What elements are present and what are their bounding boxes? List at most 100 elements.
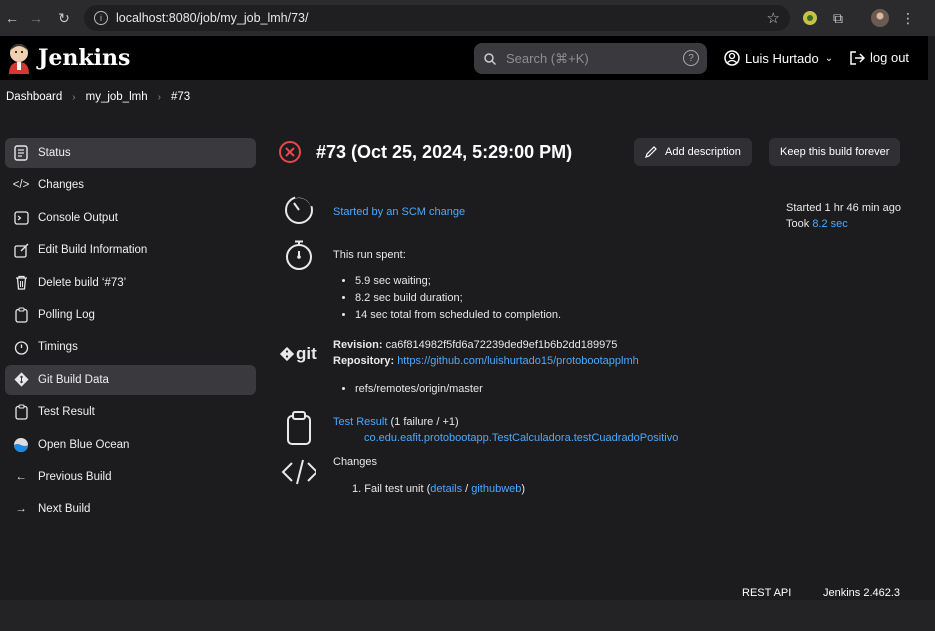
user-name: Luis Hurtado xyxy=(745,50,819,66)
failed-test-link[interactable]: co.edu.eafit.protobootapp.TestCalculador… xyxy=(364,432,678,444)
sidebar-item-delete-build[interactable]: Delete build ‘#73’ xyxy=(5,268,256,298)
run-spent-list: 5.9 sec waiting; 8.2 sec build duration;… xyxy=(333,275,561,326)
sidebar-item-label: Next Build xyxy=(38,503,91,516)
sidebar: Status </> Changes Console Output Edit B… xyxy=(5,138,256,527)
edit-icon xyxy=(13,242,29,258)
clipboard-icon xyxy=(287,411,311,445)
sidebar-item-label: Edit Build Information xyxy=(38,244,148,257)
sidebar-item-console-output[interactable]: Console Output xyxy=(5,203,256,233)
repository-label: Repository: xyxy=(333,355,395,367)
sidebar-item-label: Test Result xyxy=(38,406,95,419)
change-number: 1. xyxy=(352,483,362,495)
sidebar-item-edit-build-info[interactable]: Edit Build Information xyxy=(5,235,256,265)
logout-icon xyxy=(850,50,865,65)
sidebar-item-label: Delete build ‘#73’ xyxy=(38,276,127,289)
user-menu[interactable]: Luis Hurtado ⌄ xyxy=(724,50,833,66)
logout-label: log out xyxy=(870,50,910,65)
run-spent-label: This run spent: xyxy=(333,249,406,261)
failure-status-icon xyxy=(279,141,301,163)
pencil-icon xyxy=(645,146,657,158)
help-icon[interactable]: ? xyxy=(683,50,699,66)
extension-icon[interactable] xyxy=(800,8,820,28)
rest-api-link[interactable]: REST API xyxy=(742,587,791,599)
revision-line: Revision: ca6f814982f5fd6a72239ded9ef1b6… xyxy=(333,339,617,351)
test-result-link[interactable]: Test Result xyxy=(333,416,387,428)
add-description-label: Add description xyxy=(665,146,741,158)
started-by-link[interactable]: Started by an SCM change xyxy=(333,206,465,218)
browser-menu-icon[interactable]: ⋮ xyxy=(898,8,918,28)
change-item: 1. Fail test unit (details / githubweb) xyxy=(352,483,525,495)
started-ago-text: Started 1 hr 46 min ago xyxy=(786,202,901,214)
sidebar-item-git-build-data[interactable]: Git Build Data xyxy=(5,364,256,395)
sidebar-item-changes[interactable]: </> Changes xyxy=(5,170,256,200)
change-separator: / xyxy=(462,483,472,495)
scrollbar[interactable] xyxy=(928,36,935,600)
repository-line: Repository: https://github.com/luishurta… xyxy=(333,355,639,367)
page-title: #73 (Oct 25, 2024, 5:29:00 PM) xyxy=(316,141,573,162)
took-duration-link[interactable]: 8.2 sec xyxy=(812,218,847,230)
browser-bottom-area xyxy=(0,600,935,631)
search-placeholder: Search (⌘+K) xyxy=(506,50,589,66)
keep-forever-label: Keep this build forever xyxy=(780,146,890,158)
took-label: Took xyxy=(786,218,810,230)
sidebar-item-test-result[interactable]: Test Result xyxy=(5,397,256,427)
revision-label: Revision: xyxy=(333,339,383,351)
repository-link[interactable]: https://github.com/luishurtado15/protobo… xyxy=(397,355,639,367)
sidebar-item-label: Polling Log xyxy=(38,308,95,321)
build-title-row: #73 (Oct 25, 2024, 5:29:00 PM) xyxy=(278,140,572,164)
document-icon xyxy=(13,145,29,161)
jenkins-butler-icon xyxy=(9,44,29,74)
logout-button[interactable]: log out xyxy=(849,50,909,65)
stopwatch-icon xyxy=(286,240,312,270)
change-githubweb-link[interactable]: githubweb xyxy=(471,483,521,495)
add-description-button[interactable]: Add description xyxy=(634,138,752,166)
jenkins-version[interactable]: Jenkins 2.462.3 xyxy=(823,587,900,599)
bookmark-star-icon[interactable]: ☆ xyxy=(767,9,780,27)
keep-forever-button[interactable]: Keep this build forever xyxy=(769,138,901,166)
site-info-icon[interactable]: i xyxy=(94,11,108,25)
sidebar-item-polling-log[interactable]: Polling Log xyxy=(5,300,256,330)
jenkins-logo[interactable]: Jenkins xyxy=(6,42,130,74)
extensions-puzzle-icon[interactable]: ⧉ xyxy=(828,8,848,28)
change-details-link[interactable]: details xyxy=(430,483,462,495)
brand-name: Jenkins xyxy=(38,45,131,71)
blue-ocean-icon xyxy=(13,437,29,453)
sidebar-item-previous-build[interactable]: ← Previous Build xyxy=(5,462,256,492)
sidebar-item-label: Timings xyxy=(38,341,78,354)
test-result-summary: (1 failure / +1) xyxy=(390,416,459,428)
reload-icon[interactable]: ↻ xyxy=(52,6,76,30)
arrow-right-icon: → xyxy=(15,503,27,516)
url-text: localhost:8080/job/my_job_lmh/73/ xyxy=(116,11,309,25)
address-bar[interactable]: i localhost:8080/job/my_job_lmh/73/ ☆ xyxy=(84,5,790,31)
git-icon xyxy=(13,372,29,388)
change-close-paren: ) xyxy=(521,483,526,495)
list-item: 14 sec total from scheduled to completio… xyxy=(355,309,561,321)
back-icon[interactable]: ← xyxy=(0,6,24,30)
chevron-right-icon: › xyxy=(72,91,76,103)
sidebar-item-label: Console Output xyxy=(38,211,118,224)
chevron-right-icon: › xyxy=(157,91,161,103)
breadcrumb-build[interactable]: #73 xyxy=(171,91,190,103)
user-icon xyxy=(724,50,740,66)
profile-avatar-icon[interactable] xyxy=(870,8,890,28)
sidebar-item-open-blue-ocean[interactable]: Open Blue Ocean xyxy=(5,430,256,460)
terminal-icon xyxy=(13,210,29,226)
list-item: 8.2 sec build duration; xyxy=(355,292,561,304)
clock-icon xyxy=(285,194,314,224)
sidebar-item-next-build[interactable]: → Next Build xyxy=(5,494,256,524)
browser-toolbar: ← → ↻ i localhost:8080/job/my_job_lmh/73… xyxy=(0,0,935,36)
clipboard-icon xyxy=(13,307,29,323)
list-item: refs/remotes/origin/master xyxy=(355,383,483,395)
sidebar-item-status[interactable]: Status xyxy=(5,138,256,168)
forward-icon[interactable]: → xyxy=(24,6,48,30)
search-icon xyxy=(484,52,496,65)
git-logo: git xyxy=(280,344,317,364)
breadcrumb-job[interactable]: my_job_lmh xyxy=(86,91,148,103)
stopwatch-icon xyxy=(13,339,29,355)
search-input[interactable]: Search (⌘+K) ? xyxy=(474,43,707,74)
sidebar-item-label: Git Build Data xyxy=(38,373,109,386)
breadcrumb-dashboard[interactable]: Dashboard xyxy=(6,91,62,103)
change-text: Fail test unit ( xyxy=(364,483,431,495)
sidebar-item-timings[interactable]: Timings xyxy=(5,332,256,362)
sidebar-item-label: Changes xyxy=(38,179,85,192)
